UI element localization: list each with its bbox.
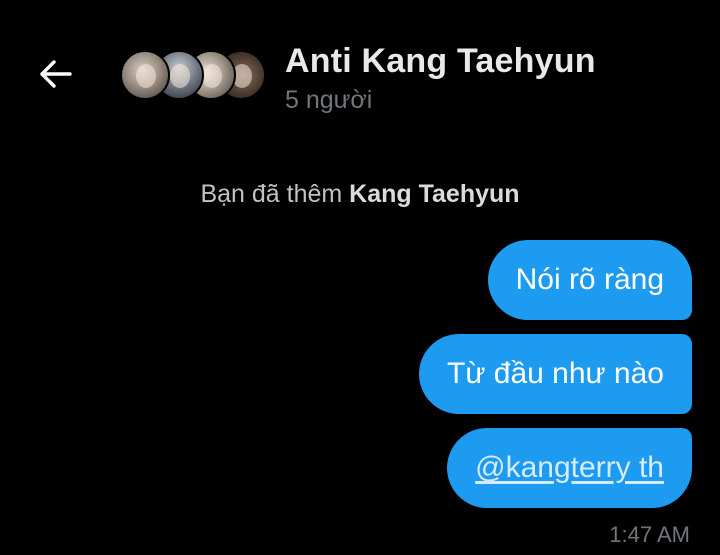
message-timestamp: 1:47 AM	[609, 522, 690, 547]
message-text: Nói rõ ràng	[515, 263, 664, 296]
mention-link[interactable]: @kangterry th	[475, 451, 664, 485]
system-message-text: Bạn đã thêm	[200, 180, 350, 208]
system-message: Bạn đã thêm Kang Taehyun	[0, 180, 720, 209]
message-bubble[interactable]: Từ đầu như nào	[419, 334, 692, 414]
system-message-name: Kang Taehyun	[349, 180, 520, 208]
group-avatars[interactable]	[120, 48, 270, 104]
member-count[interactable]: 5 người	[285, 86, 372, 115]
message-bubble[interactable]: Nói rõ ràng	[487, 240, 692, 320]
group-title[interactable]: Anti Kang Taehyun	[285, 42, 596, 81]
avatar	[120, 50, 170, 100]
message-text: Từ đầu như nào	[447, 357, 664, 390]
back-button[interactable]	[36, 54, 76, 94]
dm-conversation-screen: Anti Kang Taehyun 5 người Bạn đã thêm Ka…	[0, 0, 720, 555]
arrow-left-icon	[40, 60, 72, 88]
message-bubble[interactable]: @kangterry th	[447, 428, 692, 508]
